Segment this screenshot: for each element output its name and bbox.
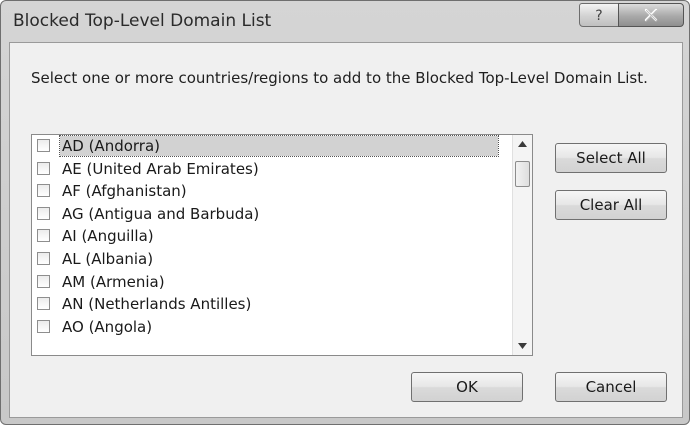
- cancel-button[interactable]: Cancel: [555, 372, 667, 402]
- list-item[interactable]: AL (Albania): [32, 248, 512, 271]
- scroll-up-arrow-icon: [518, 141, 527, 147]
- title-bar[interactable]: Blocked Top-Level Domain List ?: [1, 1, 689, 41]
- item-label: AG (Antigua and Barbuda): [62, 204, 260, 223]
- item-checkbox[interactable]: [37, 274, 50, 288]
- dialog-window: Blocked Top-Level Domain List ? Select o…: [0, 0, 690, 425]
- country-list-items: AD (Andorra) AE (United Arab Emirates) AF …: [32, 135, 512, 338]
- item-label: AL (Albania): [62, 249, 154, 268]
- dialog-content: Select one or more countries/regions to …: [9, 42, 683, 418]
- list-item[interactable]: AE (United Arab Emirates): [32, 158, 512, 181]
- help-glyph: ?: [595, 8, 602, 23]
- scrollbar-thumb[interactable]: [515, 161, 530, 187]
- item-checkbox[interactable]: [37, 161, 50, 175]
- item-checkbox[interactable]: [37, 184, 50, 198]
- item-checkbox[interactable]: [37, 251, 50, 265]
- item-label: AM (Armenia): [62, 272, 165, 291]
- item-label: AO (Angola): [62, 317, 153, 336]
- instructions-text: Select one or more countries/regions to …: [31, 69, 648, 87]
- item-checkbox[interactable]: [37, 139, 50, 152]
- country-listbox[interactable]: AD (Andorra) AE (United Arab Emirates) AF …: [31, 134, 533, 356]
- item-label: AF (Afghanistan): [62, 182, 187, 201]
- help-button[interactable]: ?: [579, 3, 619, 27]
- item-checkbox[interactable]: [37, 229, 50, 243]
- vertical-scrollbar[interactable]: [512, 135, 532, 355]
- close-button[interactable]: [618, 3, 684, 27]
- list-item[interactable]: AF (Afghanistan): [32, 180, 512, 203]
- help-icon: ?: [595, 8, 602, 23]
- close-icon: [644, 8, 658, 22]
- list-item[interactable]: AG (Antigua and Barbuda): [32, 203, 512, 226]
- item-checkbox[interactable]: [37, 297, 50, 311]
- item-checkbox[interactable]: [37, 206, 50, 220]
- item-checkbox[interactable]: [37, 319, 50, 333]
- list-item[interactable]: AM (Armenia): [32, 271, 512, 294]
- item-label: AI (Anguilla): [62, 227, 154, 246]
- scroll-up-button[interactable]: [513, 135, 532, 153]
- window-title: Blocked Top-Level Domain List: [13, 11, 272, 31]
- scroll-down-arrow-icon: [518, 343, 527, 349]
- list-item[interactable]: AO (Angola): [32, 316, 512, 339]
- item-label: AN (Netherlands Antilles): [62, 295, 252, 314]
- list-item[interactable]: AN (Netherlands Antilles): [32, 293, 512, 316]
- select-all-button[interactable]: Select All: [555, 143, 667, 173]
- ok-button[interactable]: OK: [411, 372, 523, 402]
- item-label: AE (United Arab Emirates): [62, 159, 259, 178]
- item-label: AD (Andorra): [59, 135, 499, 157]
- list-item[interactable]: AD (Andorra): [32, 135, 512, 158]
- list-item[interactable]: AI (Anguilla): [32, 225, 512, 248]
- clear-all-button[interactable]: Clear All: [555, 190, 667, 220]
- scroll-down-button[interactable]: [513, 337, 532, 355]
